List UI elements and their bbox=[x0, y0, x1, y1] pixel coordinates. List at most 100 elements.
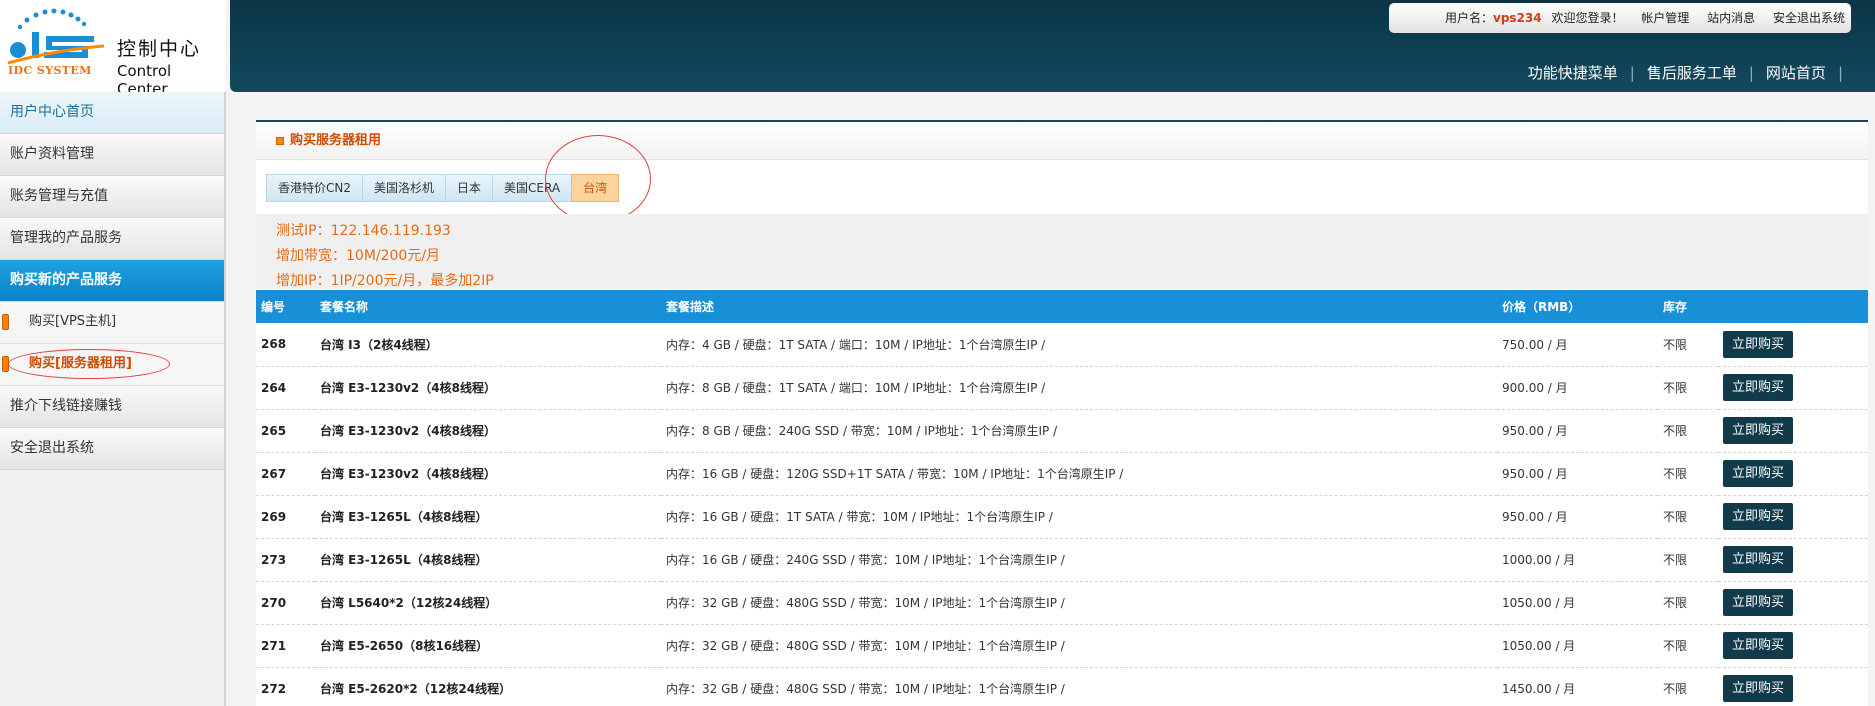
col-header-stock: 库存 bbox=[1658, 290, 1718, 323]
plan-description: 内存：8 GB / 硬盘：1T SATA / 端口：10M / IP地址：1个台… bbox=[661, 366, 1497, 410]
buy-now-button[interactable]: 立即购买 bbox=[1723, 460, 1794, 487]
support-ticket-link[interactable]: 售后服务工单 bbox=[1647, 64, 1737, 82]
title-square-icon bbox=[276, 137, 284, 145]
table-header-row: 编号 套餐名称 套餐描述 价格（RMB） 库存 bbox=[256, 290, 1868, 323]
sidebar-subitem-label: 购买[VPS主机] bbox=[29, 314, 117, 329]
buy-now-button[interactable]: 立即购买 bbox=[1723, 374, 1794, 401]
sidebar-item-my-services[interactable]: 管理我的产品服务 bbox=[0, 218, 224, 260]
panel-title: 购买服务器租用 bbox=[290, 133, 382, 148]
sidebar-item-billing[interactable]: 账务管理与充值 bbox=[0, 176, 224, 218]
table-row: 271 台湾 E5-2650（8核16线程） 内存：32 GB / 硬盘：480G … bbox=[256, 624, 1868, 668]
plan-stock: 不限 bbox=[1658, 323, 1718, 367]
welcome-text: 欢迎您登录！ bbox=[1551, 11, 1624, 25]
buy-now-button[interactable]: 立即购买 bbox=[1723, 330, 1794, 358]
plan-price: 900.00 / 月 bbox=[1497, 366, 1658, 410]
plan-stock: 不限 bbox=[1658, 366, 1718, 410]
panel-title-bar: 购买服务器租用 bbox=[256, 122, 1868, 160]
logo-mark-icon bbox=[7, 8, 105, 65]
username: vps234 bbox=[1493, 11, 1542, 25]
sidebar-menu: 用户中心首页 账户资料管理 账务管理与充值 管理我的产品服务 购买新的产品服务 … bbox=[0, 92, 224, 470]
sidebar-item-account-profile[interactable]: 账户资料管理 bbox=[0, 134, 224, 176]
plan-name: 台湾 E3-1230v2（4核8线程） bbox=[315, 409, 661, 453]
buy-now-button[interactable]: 立即购买 bbox=[1723, 675, 1794, 702]
plan-stock: 不限 bbox=[1658, 409, 1718, 453]
site-messages-link[interactable]: 站内消息 bbox=[1707, 11, 1755, 25]
plan-table-body: 268 台湾 I3（2核4线程） 内存：4 GB / 硬盘：1T SATA / 端口… bbox=[256, 323, 1868, 706]
test-ip-text: 测试IP：122.146.119.193 bbox=[276, 223, 451, 239]
top-header: 用户名：vps234 欢迎您登录！ 帐户管理 站内消息 安全退出系统 功能快捷菜… bbox=[230, 0, 1875, 92]
plan-stock: 不限 bbox=[1658, 624, 1718, 668]
buy-now-button[interactable]: 立即购买 bbox=[1723, 546, 1794, 573]
sidebar-item-referral[interactable]: 推介下线链接赚钱 bbox=[0, 386, 224, 428]
plan-action-cell: 立即购买 bbox=[1718, 452, 1868, 496]
buy-now-button[interactable]: 立即购买 bbox=[1723, 632, 1794, 659]
plan-id: 267 bbox=[256, 452, 315, 496]
plan-id: 268 bbox=[256, 323, 315, 367]
plan-id: 271 bbox=[256, 624, 315, 668]
sidebar-subitem-buy-vps[interactable]: 购买[VPS主机] bbox=[0, 302, 224, 344]
plan-action-cell: 立即购买 bbox=[1718, 581, 1868, 625]
account-manage-link[interactable]: 帐户管理 bbox=[1641, 11, 1689, 25]
col-header-price: 价格（RMB） bbox=[1497, 290, 1658, 323]
plan-description: 内存：8 GB / 硬盘：240G SSD / 带宽：10M / IP地址：1个… bbox=[661, 409, 1497, 453]
table-row: 268 台湾 I3（2核4线程） 内存：4 GB / 硬盘：1T SATA / 端口… bbox=[256, 323, 1868, 367]
nav-divider: | bbox=[1748, 64, 1754, 82]
col-header-action bbox=[1718, 290, 1868, 323]
table-row: 265 台湾 E3-1230v2（4核8线程） 内存：8 GB / 硬盘：240G … bbox=[256, 409, 1868, 453]
table-row: 270 台湾 L5640*2（12核24线程） 内存：32 GB / 硬盘：480G… bbox=[256, 581, 1868, 625]
plan-name: 台湾 E5-2620*2（12核24线程） bbox=[315, 667, 661, 706]
logo[interactable]: IDC SYSTEM 控制中心 Control Center bbox=[0, 0, 226, 98]
sidebar-item-home[interactable]: 用户中心首页 bbox=[0, 92, 224, 134]
plan-name: 台湾 E3-1230v2（4核8线程） bbox=[315, 452, 661, 496]
main-panel: 购买服务器租用 香港特价CN2 美国洛杉机 日本 美国CERA 台湾 测试IP：… bbox=[256, 120, 1868, 706]
plan-description: 内存：32 GB / 硬盘：480G SSD / 带宽：10M / IP地址：1… bbox=[661, 624, 1497, 668]
website-home-link[interactable]: 网站首页 bbox=[1766, 64, 1826, 82]
plan-price: 950.00 / 月 bbox=[1497, 409, 1658, 453]
table-row: 269 台湾 E3-1265L（4核8线程） 内存：16 GB / 硬盘：1T SA… bbox=[256, 495, 1868, 539]
plan-id: 272 bbox=[256, 667, 315, 706]
plan-description: 内存：4 GB / 硬盘：1T SATA / 端口：10M / IP地址：1个台… bbox=[661, 323, 1497, 367]
plan-description: 内存：16 GB / 硬盘：120G SSD+1T SATA / 带宽：10M … bbox=[661, 452, 1497, 496]
orange-tag-icon bbox=[2, 314, 9, 330]
sidebar: IDC SYSTEM 控制中心 Control Center 用户中心首页 账户… bbox=[0, 0, 226, 706]
plan-action-cell: 立即购买 bbox=[1718, 624, 1868, 668]
table-row: 264 台湾 E3-1230v2（4核8线程） 内存：8 GB / 硬盘：1T SA… bbox=[256, 366, 1868, 410]
plan-action-cell: 立即购买 bbox=[1718, 667, 1868, 706]
sidebar-item-logout[interactable]: 安全退出系统 bbox=[0, 428, 224, 470]
plan-action-cell: 立即购买 bbox=[1718, 538, 1868, 582]
plan-table: 编号 套餐名称 套餐描述 价格（RMB） 库存 268 台湾 I3（2核4线程）内… bbox=[256, 290, 1868, 706]
extra-bandwidth-text: 增加带宽：10M/200元/月 bbox=[276, 248, 441, 264]
plan-name: 台湾 L5640*2（12核24线程） bbox=[315, 581, 661, 625]
plan-stock: 不限 bbox=[1658, 452, 1718, 496]
table-row: 273 台湾 E3-1265L（4核8线程） 内存：16 GB / 硬盘：240G … bbox=[256, 538, 1868, 582]
buy-now-button[interactable]: 立即购买 bbox=[1723, 589, 1794, 616]
plan-description: 内存：32 GB / 硬盘：480G SSD / 带宽：10M / IP地址：1… bbox=[661, 581, 1497, 625]
plan-stock: 不限 bbox=[1658, 538, 1718, 582]
plan-id: 273 bbox=[256, 538, 315, 582]
buy-now-button[interactable]: 立即购买 bbox=[1723, 417, 1794, 444]
plan-name: 台湾 E3-1265L（4核8线程） bbox=[315, 495, 661, 539]
logo-title-cn: 控制中心 bbox=[117, 38, 202, 60]
plan-price: 1050.00 / 月 bbox=[1497, 581, 1658, 625]
col-header-name: 套餐名称 bbox=[315, 290, 661, 323]
tab-us-losangeles[interactable]: 美国洛杉机 bbox=[362, 174, 446, 202]
sidebar-item-buy-services[interactable]: 购买新的产品服务 bbox=[0, 260, 224, 302]
plan-id: 269 bbox=[256, 495, 315, 539]
plan-price: 950.00 / 月 bbox=[1497, 452, 1658, 496]
buy-now-button[interactable]: 立即购买 bbox=[1723, 503, 1794, 530]
plan-name: 台湾 E3-1230v2（4核8线程） bbox=[315, 366, 661, 410]
highlight-circle bbox=[8, 349, 170, 379]
tab-hongkong-cn2[interactable]: 香港特价CN2 bbox=[266, 174, 362, 202]
plan-name: 台湾 I3（2核4线程） bbox=[315, 323, 661, 367]
logout-link[interactable]: 安全退出系统 bbox=[1773, 11, 1845, 25]
tab-japan[interactable]: 日本 bbox=[445, 174, 493, 202]
quick-menu-link[interactable]: 功能快捷菜单 bbox=[1528, 64, 1618, 82]
plan-action-cell: 立即购买 bbox=[1718, 409, 1868, 453]
plan-description: 内存：32 GB / 硬盘：480G SSD / 带宽：10M / IP地址：1… bbox=[661, 667, 1497, 706]
table-row: 267 台湾 E3-1230v2（4核8线程） 内存：16 GB / 硬盘：120G… bbox=[256, 452, 1868, 496]
plan-action-cell: 立即购买 bbox=[1718, 495, 1868, 539]
sidebar-subitem-buy-dedicated[interactable]: 购买[服务器租用] bbox=[0, 344, 224, 386]
plan-price: 1050.00 / 月 bbox=[1497, 624, 1658, 668]
plan-name: 台湾 E3-1265L（4核8线程） bbox=[315, 538, 661, 582]
region-info: 测试IP：122.146.119.193 增加带宽：10M/200元/月 增加I… bbox=[256, 214, 1868, 289]
